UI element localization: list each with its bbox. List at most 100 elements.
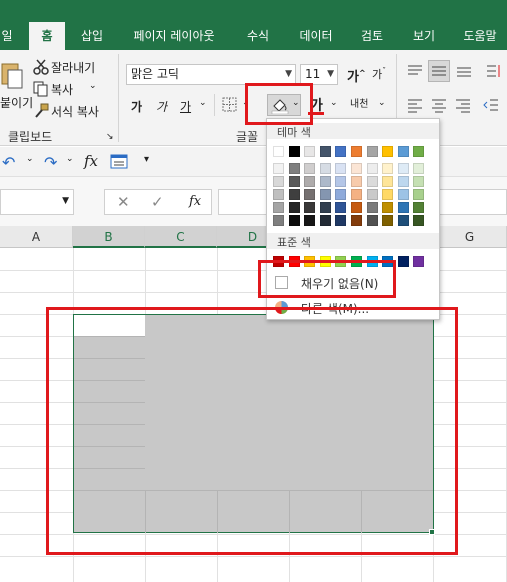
theme-shade-swatch[interactable] — [382, 202, 394, 213]
theme-shade-swatch[interactable] — [319, 215, 331, 226]
theme-shade-swatch[interactable] — [319, 163, 331, 174]
copy-dropdown-icon[interactable]: ⌄ — [89, 81, 97, 91]
redo-dropdown-icon[interactable]: ⌄ — [66, 154, 74, 164]
align-right-button[interactable] — [454, 96, 472, 114]
tab-home[interactable]: 홈 — [29, 22, 65, 50]
theme-shade-swatch[interactable] — [304, 163, 316, 174]
undo-dropdown-icon[interactable]: ⌄ — [26, 154, 34, 164]
theme-shade-swatch[interactable] — [335, 189, 347, 200]
theme-shade-swatch[interactable] — [366, 176, 378, 187]
theme-shade-swatch[interactable] — [304, 202, 316, 213]
font-name-combo[interactable]: 맑은 고딕 ▼ — [126, 64, 296, 85]
tab-help[interactable]: 도움말 — [454, 22, 506, 50]
theme-shade-swatch[interactable] — [288, 215, 300, 226]
theme-color-swatch[interactable] — [335, 146, 347, 157]
theme-color-swatch[interactable] — [382, 146, 394, 157]
align-middle-button[interactable] — [428, 60, 450, 82]
theme-color-swatch[interactable] — [288, 146, 300, 157]
insert-function-icon[interactable]: fx — [84, 152, 98, 170]
standard-color-swatch[interactable] — [397, 256, 409, 267]
tab-page-layout[interactable]: 페이지 레이아웃 — [118, 22, 230, 50]
theme-shade-swatch[interactable] — [335, 202, 347, 213]
align-top-button[interactable] — [406, 62, 424, 80]
theme-shade-swatch[interactable] — [304, 189, 316, 200]
theme-shade-swatch[interactable] — [366, 189, 378, 200]
theme-shade-swatch[interactable] — [413, 176, 425, 187]
theme-shade-swatch[interactable] — [366, 215, 378, 226]
theme-shade-swatch[interactable] — [351, 202, 362, 213]
theme-shade-swatch[interactable] — [382, 176, 394, 187]
italic-button[interactable]: 가 — [156, 98, 167, 115]
tab-insert[interactable]: 삽입 — [72, 22, 112, 50]
theme-shade-swatch[interactable] — [382, 189, 394, 200]
theme-shade-swatch[interactable] — [273, 202, 284, 213]
theme-shade-swatch[interactable] — [413, 215, 425, 226]
theme-color-swatch[interactable] — [413, 146, 425, 157]
theme-shade-swatch[interactable] — [397, 215, 409, 226]
theme-shade-swatch[interactable] — [319, 202, 331, 213]
underline-dropdown-icon[interactable]: ⌄ — [199, 98, 207, 108]
form-button[interactable] — [110, 154, 128, 169]
theme-shade-swatch[interactable] — [288, 176, 300, 187]
shrink-font-button[interactable]: 가ˇ — [372, 66, 386, 82]
theme-color-swatch[interactable] — [366, 146, 378, 157]
theme-shade-swatch[interactable] — [351, 215, 362, 226]
clipboard-launcher-icon[interactable]: ↘ — [106, 132, 114, 142]
column-header-a[interactable]: A — [0, 226, 73, 248]
theme-shade-swatch[interactable] — [351, 189, 362, 200]
name-box[interactable]: ▼ — [0, 189, 74, 215]
indent-button[interactable] — [482, 96, 500, 114]
theme-shade-swatch[interactable] — [273, 189, 284, 200]
borders-button[interactable] — [222, 97, 238, 113]
tab-review[interactable]: 검토 — [352, 22, 392, 50]
theme-shade-swatch[interactable] — [382, 215, 394, 226]
enter-icon[interactable]: ✓ — [151, 193, 164, 211]
theme-shade-swatch[interactable] — [335, 163, 347, 174]
align-center-button[interactable] — [430, 96, 448, 114]
fx-icon[interactable]: fx — [189, 194, 201, 209]
standard-color-swatch[interactable] — [413, 256, 425, 267]
theme-shade-swatch[interactable] — [304, 176, 316, 187]
theme-shade-swatch[interactable] — [413, 202, 425, 213]
copy-button[interactable]: 복사 ⌄ — [33, 80, 103, 98]
theme-shade-swatch[interactable] — [366, 163, 378, 174]
theme-shade-swatch[interactable] — [273, 215, 284, 226]
theme-shade-swatch[interactable] — [397, 163, 409, 174]
align-bottom-button[interactable] — [455, 62, 473, 80]
cancel-icon[interactable]: ✕ — [117, 193, 130, 211]
grow-font-button[interactable]: 가^ — [347, 66, 366, 85]
theme-shade-swatch[interactable] — [351, 163, 362, 174]
theme-shade-swatch[interactable] — [397, 189, 409, 200]
font-size-combo[interactable]: 11 ▼ — [300, 64, 338, 85]
theme-shade-swatch[interactable] — [413, 189, 425, 200]
tab-file[interactable]: 일 — [0, 22, 14, 50]
tab-data[interactable]: 데이터 — [292, 22, 340, 50]
tab-formulas[interactable]: 수식 — [238, 22, 278, 50]
column-header-b[interactable]: B — [73, 226, 145, 248]
theme-color-swatch[interactable] — [273, 146, 284, 157]
theme-shade-swatch[interactable] — [319, 189, 331, 200]
theme-shade-swatch[interactable] — [288, 163, 300, 174]
bold-button[interactable]: 가 — [131, 98, 142, 115]
underline-button[interactable]: 가 — [180, 98, 191, 115]
theme-shade-swatch[interactable] — [288, 189, 300, 200]
theme-color-swatch[interactable] — [319, 146, 331, 157]
undo-icon[interactable]: ↶ — [2, 153, 15, 172]
theme-shade-swatch[interactable] — [397, 202, 409, 213]
theme-shade-swatch[interactable] — [397, 176, 409, 187]
theme-shade-swatch[interactable] — [319, 176, 331, 187]
theme-shade-swatch[interactable] — [304, 215, 316, 226]
column-header-g[interactable]: G — [433, 226, 507, 248]
redo-icon[interactable]: ↷ — [44, 153, 57, 172]
theme-color-swatch[interactable] — [397, 146, 409, 157]
theme-color-swatch[interactable] — [351, 146, 362, 157]
theme-shade-swatch[interactable] — [413, 163, 425, 174]
column-header-c[interactable]: C — [145, 226, 217, 248]
theme-shade-swatch[interactable] — [351, 176, 362, 187]
theme-shade-swatch[interactable] — [273, 176, 284, 187]
align-left-button[interactable] — [406, 96, 424, 114]
orientation-button[interactable] — [484, 62, 502, 80]
theme-shade-swatch[interactable] — [335, 176, 347, 187]
cut-button[interactable]: 잘라내기 — [33, 58, 103, 76]
theme-shade-swatch[interactable] — [382, 163, 394, 174]
